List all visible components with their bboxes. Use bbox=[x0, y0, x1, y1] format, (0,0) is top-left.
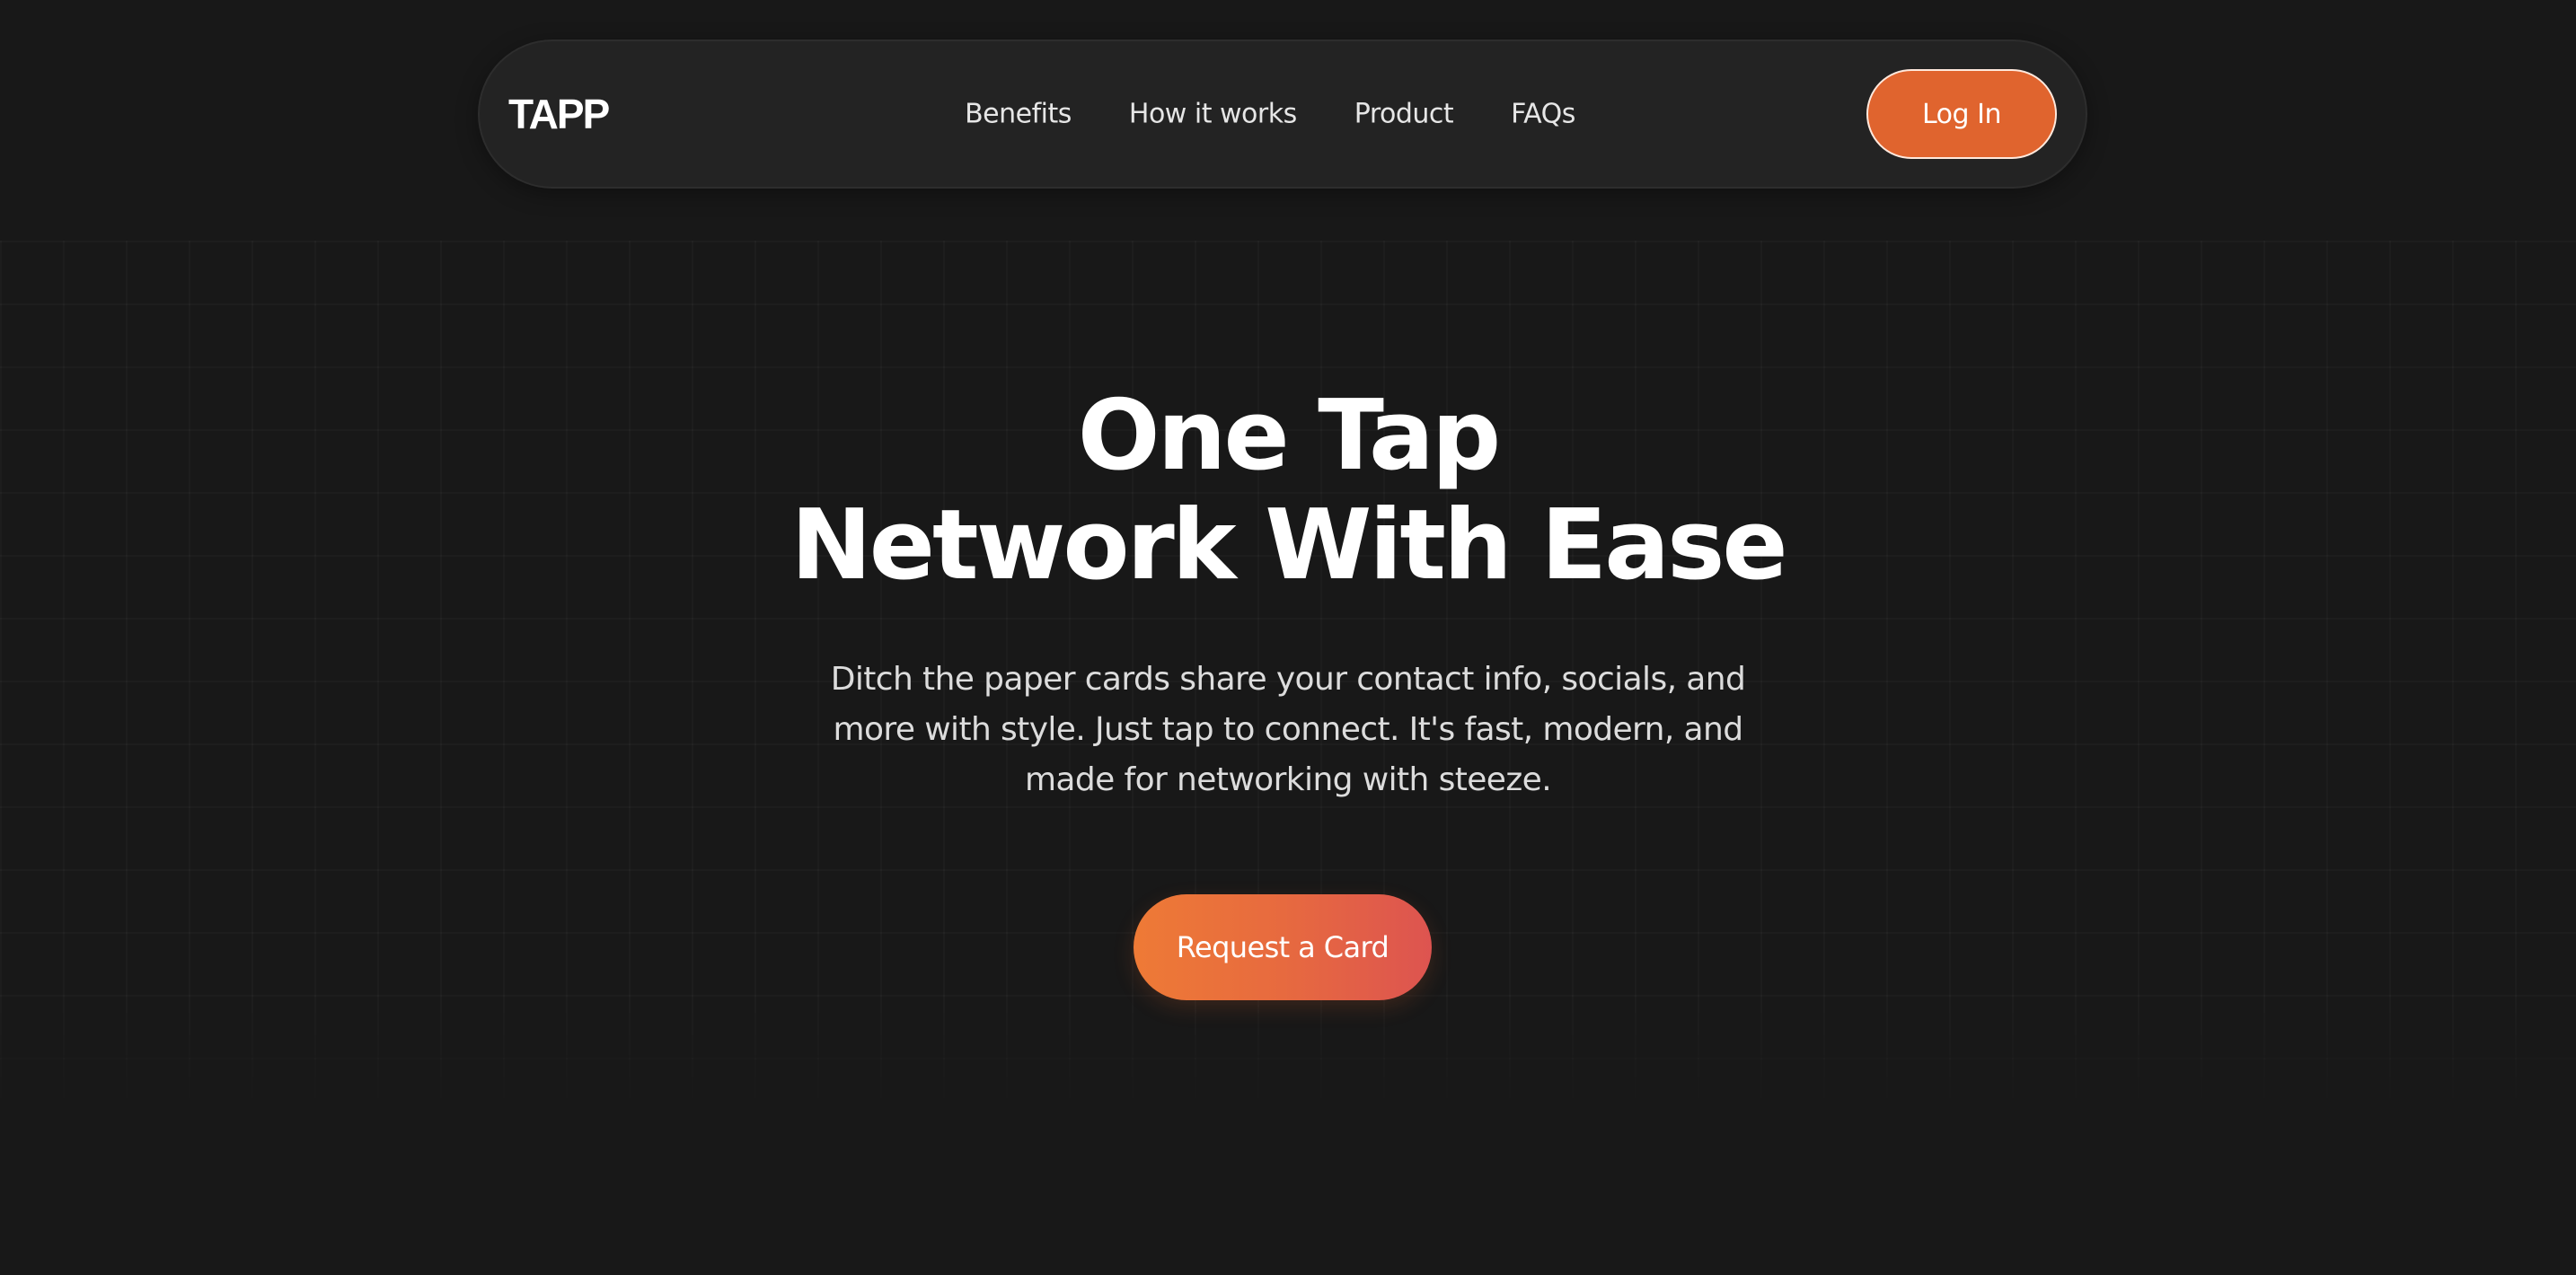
nav-link-faqs[interactable]: FAQs bbox=[1511, 99, 1575, 130]
nav-link-product[interactable]: Product bbox=[1354, 99, 1454, 130]
hero-section: One Tap Network With Ease Ditch the pape… bbox=[0, 382, 2576, 799]
login-button[interactable]: Log In bbox=[1866, 69, 2057, 159]
hero-description: Ditch the paper cards share your contact… bbox=[830, 661, 1746, 798]
navbar: TAPP Benefits How it works Product FAQs … bbox=[478, 40, 2087, 189]
request-card-button[interactable]: Request a Card bbox=[1134, 894, 1432, 1000]
nav-links: Benefits How it works Product FAQs bbox=[454, 99, 2086, 130]
nav-link-benefits[interactable]: Benefits bbox=[965, 99, 1072, 130]
hero-title-line-1: One Tap bbox=[1077, 380, 1501, 492]
hero-title-line-2: Network With Ease bbox=[790, 489, 1787, 602]
nav-link-how-it-works[interactable]: How it works bbox=[1129, 99, 1297, 130]
hero-title: One Tap Network With Ease bbox=[0, 382, 2576, 601]
